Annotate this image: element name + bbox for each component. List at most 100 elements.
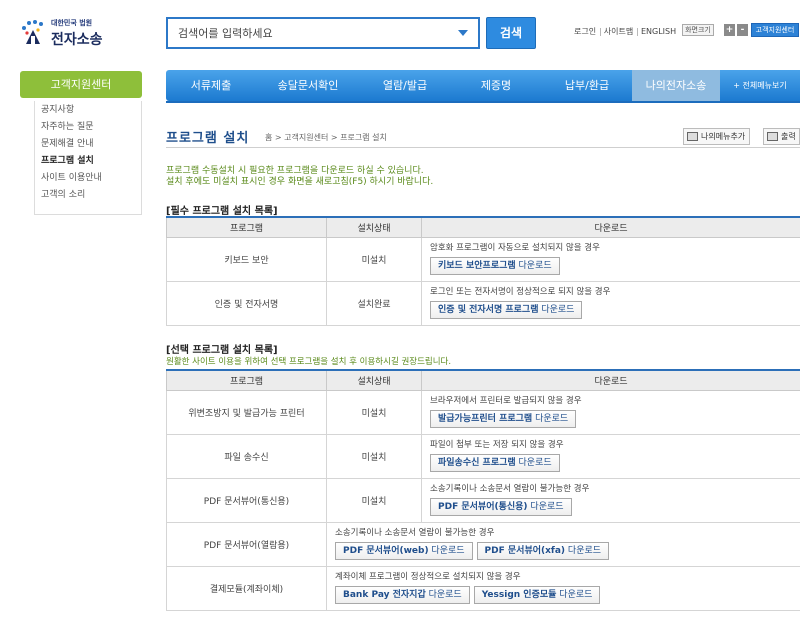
search-box	[166, 17, 480, 49]
download-button-label: PDF 문서뷰어(xfa)	[484, 546, 566, 556]
download-button-suffix: 다운로드	[515, 261, 552, 271]
sitemap-link[interactable]: 사이트맵	[604, 27, 633, 36]
download-cell: 소송기록이나 소송문서 열람이 불가능한 경우 PDF 문서뷰어(통신용) 다운…	[421, 477, 800, 523]
download-description: 로그인 또는 전자서명이 정상적으로 되지 않을 경우	[430, 287, 611, 297]
separator: |	[599, 27, 602, 36]
download-button-suffix: 다운로드	[527, 502, 564, 512]
title-divider	[166, 147, 800, 148]
download-button-suffix: 다운로드	[425, 590, 462, 600]
printer-icon	[767, 132, 778, 141]
intro-line-2: 설치 후에도 미설치 표시인 경우 화면을 새로고침(F5) 하시기 바랍니다.	[166, 177, 434, 187]
download-cell: 소송기록이나 소송문서 열람이 불가능한 경우 PDF 문서뷰어(web) 다운…	[326, 521, 800, 567]
download-description: 브라우저에서 프린터로 발급되지 않을 경우	[430, 396, 582, 406]
separator: |	[636, 27, 639, 36]
download-description: 계좌이체 프로그램이 정상적으로 설치되지 않을 경우	[335, 572, 521, 582]
required-section-title: [필수 프로그램 설치 목록]	[166, 206, 278, 217]
intro-text: 프로그램 수동설치 시 필요한 프로그램을 다운로드 하실 수 있습니다. 설치…	[166, 166, 433, 188]
print-button[interactable]: 출력	[763, 128, 800, 145]
download-cell: 암호화 프로그램이 자동으로 설치되지 않을 경우 키보드 보안프로그램 다운로…	[421, 236, 800, 282]
yessign-download-button[interactable]: Yessign 인증모듈 다운로드	[473, 586, 601, 604]
install-status: 설치완료	[326, 280, 422, 326]
bookmark-icon	[687, 132, 698, 141]
download-description: 소송기록이나 소송문서 열람이 불가능한 경우	[335, 528, 495, 538]
printer-download-button[interactable]: 발급가능프린터 프로그램 다운로드	[430, 410, 577, 428]
search-dropdown-icon[interactable]	[458, 30, 468, 36]
install-status: 미설치	[326, 389, 422, 435]
table-header-row: 프로그램 설치상태 다운로드	[166, 216, 800, 238]
download-button-label: PDF 문서뷰어(web)	[343, 546, 429, 556]
logo-title: 전자소송	[51, 32, 103, 48]
download-button-suffix: 다운로드	[428, 546, 465, 556]
optional-section-title: [선택 프로그램 설치 목록]	[166, 345, 278, 356]
sidebar-item-faq[interactable]: 자주하는 질문	[35, 119, 142, 136]
sidebar-menu: 공지사항 자주하는 질문 문제해결 안내 프로그램 설치 사이트 이용안내 고객…	[34, 102, 142, 204]
pdf-viewer-comm-download-button[interactable]: PDF 문서뷰어(통신용) 다운로드	[430, 498, 572, 516]
nav-item-delivery-check[interactable]: 송달문서확인	[256, 70, 360, 101]
sidebar-item-notice[interactable]: 공지사항	[35, 102, 142, 119]
sidebar-item-troubleshoot[interactable]: 문제해결 안내	[35, 136, 142, 153]
program-name: 파일 송수신	[166, 433, 327, 479]
sidebar-item-customer-voice[interactable]: 고객의 소리	[35, 187, 142, 204]
search-button[interactable]: 검색	[486, 17, 536, 49]
certificate-sign-download-button[interactable]: 인증 및 전자서명 프로그램 다운로드	[430, 301, 583, 319]
court-logo-icon	[22, 20, 43, 44]
print-label: 출력	[781, 132, 796, 141]
download-button-label: Bank Pay 전자지갑	[343, 590, 426, 600]
nav-item-view-issue[interactable]: 열람/발급	[360, 70, 450, 101]
logo-subtitle: 대한민국 법원	[51, 19, 93, 27]
download-description: 암호화 프로그램이 자동으로 설치되지 않을 경우	[430, 243, 600, 253]
nav-item-my-litigation[interactable]: 나의전자소송	[632, 70, 720, 101]
column-header-status: 설치상태	[326, 369, 422, 391]
column-header-download: 다운로드	[421, 216, 800, 238]
nav-all-menu-link[interactable]: + 전체메뉴보기	[720, 70, 800, 101]
bankpay-download-button[interactable]: Bank Pay 전자지갑 다운로드	[335, 586, 470, 604]
column-header-download: 다운로드	[421, 369, 800, 391]
intro-line-1: 프로그램 수동설치 시 필요한 프로그램을 다운로드 하실 수 있습니다.	[166, 166, 424, 176]
download-button-label: 발급가능프린터 프로그램	[438, 414, 533, 424]
pdf-viewer-web-download-button[interactable]: PDF 문서뷰어(web) 다운로드	[335, 542, 473, 560]
nav-item-payment-refund[interactable]: 납부/환급	[542, 70, 632, 101]
file-transfer-download-button[interactable]: 파일송수신 프로그램 다운로드	[430, 454, 560, 472]
sidebar-item-program-install[interactable]: 프로그램 설치	[35, 153, 142, 170]
program-name: 인증 및 전자서명	[166, 280, 327, 326]
keyboard-security-download-button[interactable]: 키보드 보안프로그램 다운로드	[430, 257, 560, 275]
program-name: 키보드 보안	[166, 236, 327, 282]
font-increase-button[interactable]: +	[724, 24, 735, 36]
nav-underline	[166, 101, 800, 103]
login-link[interactable]: 로그인	[574, 27, 596, 36]
add-my-menu-button[interactable]: 나의메뉴추가	[683, 128, 751, 145]
add-my-menu-label: 나의메뉴추가	[701, 132, 746, 141]
table-row: PDF 문서뷰어(통신용) 미설치 소송기록이나 소송문서 열람이 불가능한 경…	[166, 477, 800, 523]
download-button-suffix: 다운로드	[565, 546, 602, 556]
required-program-table: 프로그램 설치상태 다운로드 키보드 보안 미설치 암호화 프로그램이 자동으로…	[166, 216, 800, 326]
nav-item-certificate[interactable]: 제증명	[450, 70, 542, 101]
column-header-program: 프로그램	[166, 216, 327, 238]
nav-item-document-submit[interactable]: 서류제출	[166, 70, 256, 101]
install-status: 미설치	[326, 433, 422, 479]
column-header-program: 프로그램	[166, 369, 327, 391]
table-row: PDF 문서뷰어(열람용) 소송기록이나 소송문서 열람이 불가능한 경우 PD…	[166, 521, 800, 567]
font-decrease-button[interactable]: -	[737, 24, 748, 36]
pdf-viewer-xfa-download-button[interactable]: PDF 문서뷰어(xfa) 다운로드	[476, 542, 610, 560]
download-button-label: 인증 및 전자서명 프로그램	[438, 305, 539, 315]
sidebar-item-site-guide[interactable]: 사이트 이용안내	[35, 170, 142, 187]
download-cell: 파일이 첨부 또는 저장 되지 않을 경우 파일송수신 프로그램 다운로드	[421, 433, 800, 479]
program-name: PDF 문서뷰어(통신용)	[166, 477, 327, 523]
table-row: 파일 송수신 미설치 파일이 첨부 또는 저장 되지 않을 경우 파일송수신 프…	[166, 433, 800, 479]
page-title: 프로그램 설치	[166, 131, 250, 146]
download-button-label: 키보드 보안프로그램	[438, 261, 516, 271]
search-input[interactable]	[168, 19, 450, 47]
customer-center-link[interactable]: 고객지원센터	[751, 23, 799, 37]
download-description: 소송기록이나 소송문서 열람이 불가능한 경우	[430, 484, 590, 494]
download-button-label: PDF 문서뷰어(통신용)	[438, 502, 528, 512]
sidebar-title: 고객지원센터	[20, 71, 142, 98]
table-row: 키보드 보안 미설치 암호화 프로그램이 자동으로 설치되지 않을 경우 키보드…	[166, 236, 800, 282]
download-button-label: 파일송수신 프로그램	[438, 458, 516, 468]
optional-program-table: 프로그램 설치상태 다운로드 위변조방지 및 발급가능 프린터 미설치 브라우저…	[166, 369, 800, 611]
optional-section-description: 원활한 사이트 이용을 위하여 선택 프로그램을 설치 후 이용하시길 권장드립…	[166, 357, 452, 367]
site-logo[interactable]: 대한민국 법원 전자소송	[18, 16, 128, 50]
english-link[interactable]: ENGLISH	[641, 27, 676, 36]
table-header-row: 프로그램 설치상태 다운로드	[166, 369, 800, 391]
font-size-label: 화면크기	[682, 24, 714, 36]
download-description: 파일이 첨부 또는 저장 되지 않을 경우	[430, 440, 564, 450]
